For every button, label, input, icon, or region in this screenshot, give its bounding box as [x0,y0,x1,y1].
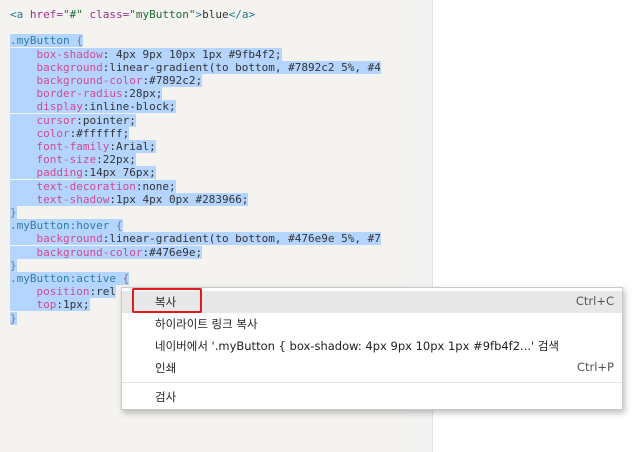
code-line: cursor:pointer; [10,113,136,127]
code-token: :linear-gradient(to bottom, #476e9e 5%, … [102,232,381,246]
code-line: background:linear-gradient(to bottom, #7… [10,60,381,74]
code-token: .myButton:hover [10,219,110,233]
code-token: :1px; [56,298,90,312]
code-token: } [10,258,17,272]
code-line: } [10,311,17,325]
code-token: :14px 76px; [82,166,156,180]
code-token: font-family [36,140,110,153]
code-token: href= [29,8,63,21]
code-token: background [36,232,103,246]
code-token: position [36,285,90,299]
code-token: :linear-gradient(to bottom, #7892c2 5%, … [102,60,381,74]
code-line: box-shadow: 4px 9px 10px 1px #9fb4f2; [10,47,282,61]
code-line: background-color:#7892c2; [10,74,203,87]
code-token: :#476e9e; [142,245,203,259]
code-line: display:inline-block; [10,100,176,114]
code-token: font-size [36,153,97,167]
code-line: background:linear-gradient(to bottom, #4… [10,232,381,246]
menu-item-print[interactable]: 인쇄 Ctrl+P [122,357,622,379]
code-token: :inline-block; [82,100,176,114]
code-token: top [36,298,57,312]
code-token: background [36,60,103,74]
menu-item-label: 검사 [155,390,177,404]
code-token: class= [82,8,130,21]
red-highlight-box [132,288,202,313]
code-token: text-shadow [36,192,110,206]
code-line: top:1px; [10,298,90,312]
code-token: } [10,311,17,325]
code-token: :22px; [96,153,136,167]
code-token: :#ffffff; [69,126,130,140]
code-token: padding [36,166,83,180]
menu-item-label: 인쇄 [155,361,177,375]
code-token: } [10,206,17,219]
code-token: display [36,100,83,114]
code-line: text-shadow:1px 4px 0px #283966; [10,192,249,206]
code-line: <a href="#" class="myButton">blue</a> [10,8,255,21]
code-token: "myButton" [129,8,196,21]
code-line: } [10,258,17,272]
code-token: .myButton [10,34,70,48]
code-line: border-radius:28px; [10,87,163,101]
menu-item-shortcut: Ctrl+P [576,360,614,374]
code-token: background-color [36,74,143,87]
code-line: font-size:22px; [10,153,136,167]
code-token: { [69,34,83,48]
code-token: blue [202,8,229,21]
code-line: .myButton:active { [10,272,130,285]
code-token: { [109,219,123,233]
code-token: color [36,126,70,140]
code-token: cursor [36,113,77,127]
code-token: </a> [228,8,256,21]
code-token: text-decoration [36,179,136,193]
code-line: background-color:#476e9e; [10,245,203,259]
menu-item-label: 하이라이트 링크 복사 [155,317,258,331]
code-token: :none; [135,179,176,193]
code-token: { [115,272,130,285]
code-line: position:rel [10,285,116,299]
code-token: :#7892c2; [142,74,203,87]
code-token: box-shadow [36,47,103,61]
code-line: font-family:Arial; [10,140,156,153]
code-token: :Arial; [109,140,156,153]
code-token: .myButton:active [10,272,116,285]
menu-item-copy-highlight-link[interactable]: 하이라이트 링크 복사 [122,313,622,335]
code-token: border-radius [36,87,123,101]
code-line: .myButton:hover { [10,219,123,233]
menu-item-shortcut: Ctrl+C [575,294,614,308]
code-line: color:#ffffff; [10,126,130,140]
code-token: : 4px 9px 10px 1px #9fb4f2; [102,47,282,61]
menu-item-label: 네이버에서 '.myButton { box-shadow: 4px 9px 1… [155,339,559,353]
code-token: :pointer; [76,113,136,127]
code-token: background-color [36,245,143,259]
menu-item-search-naver[interactable]: 네이버에서 '.myButton { box-shadow: 4px 9px 1… [122,335,622,357]
menu-separator [122,382,622,383]
code-token: :28px; [122,87,163,101]
code-line: text-decoration:none; [10,179,176,193]
code-line: .myButton { [10,34,83,48]
code-token: <a [10,8,30,21]
code-token: :rel [89,285,116,299]
code-token: :1px 4px 0px #283966; [109,192,249,206]
code-line: padding:14px 76px; [10,166,156,180]
code-token: "#" [63,8,83,21]
menu-item-inspect[interactable]: 검사 [122,386,622,408]
code-line: } [10,206,17,219]
